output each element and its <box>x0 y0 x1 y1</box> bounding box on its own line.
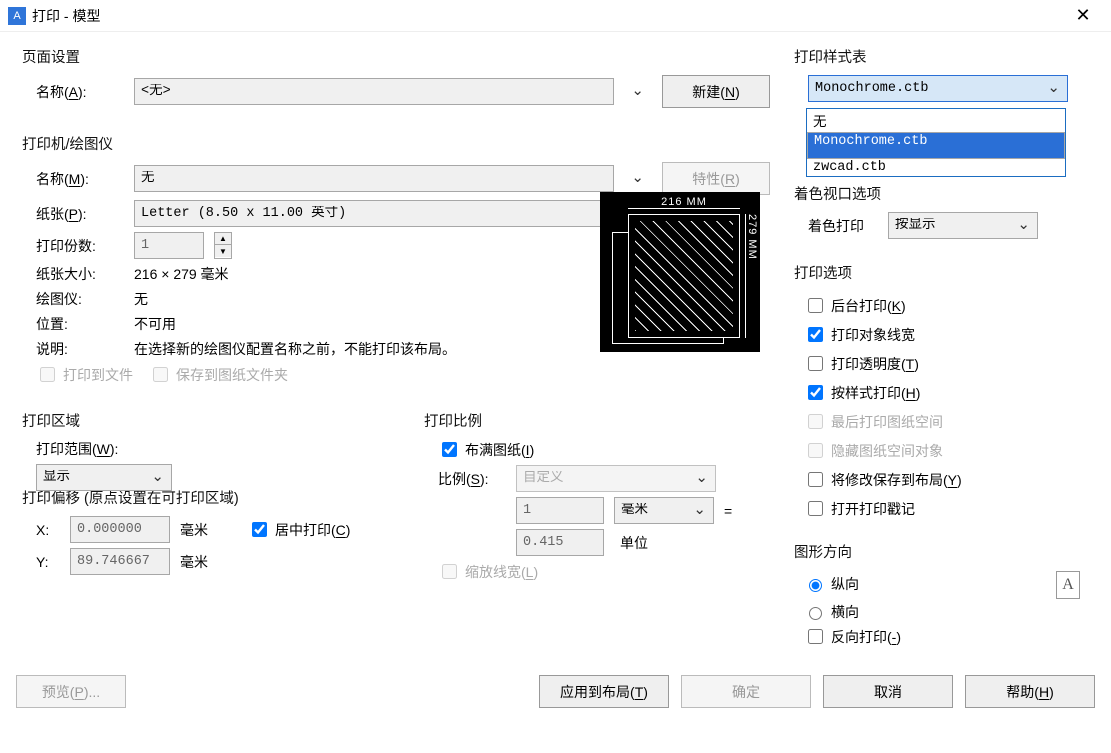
check-save-to-folder: 保存到图纸文件夹 <box>149 364 288 385</box>
label-shade: 着色打印 <box>808 216 878 236</box>
select-paper[interactable]: Letter (8.50 x 11.00 英寸) <box>134 200 614 227</box>
label-scale: 比例(S): <box>438 469 506 489</box>
value-plotter: 无 <box>134 289 148 309</box>
label-desc: 说明: <box>36 339 124 359</box>
preview-dim-height: 279 MM <box>746 214 758 332</box>
label-pageset-name: 名称(A): <box>36 82 124 102</box>
check-background[interactable]: 后台打印(K) <box>804 295 906 316</box>
radio-portrait[interactable]: 纵向 <box>804 574 859 594</box>
input-scale-num <box>516 497 604 524</box>
check-lineweights[interactable]: 打印对象线宽 <box>804 324 915 345</box>
ok-button: 确定 <box>681 675 811 708</box>
dropdown-item-none[interactable]: 无 <box>807 109 1065 132</box>
group-orientation: 图形方向 纵向 横向 反向打印(-) A <box>788 535 1090 657</box>
check-fit-to-paper[interactable]: 布满图纸(I) <box>438 439 534 460</box>
input-offset-x <box>70 516 170 543</box>
dropdown-item-zwcad[interactable]: zwcad.ctb <box>807 159 1065 176</box>
label-y: Y: <box>36 554 60 570</box>
group-title-page-setup: 页面设置 <box>22 44 770 69</box>
orientation-icon: A <box>1056 571 1080 599</box>
new-button[interactable]: 新建(N) <box>662 75 770 108</box>
label-plotter: 绘图仪: <box>36 289 124 309</box>
cancel-button[interactable]: 取消 <box>823 675 953 708</box>
group-title-shade: 着色视口选项 <box>794 181 1084 206</box>
input-copies <box>134 232 204 259</box>
check-hide-paperspace: 隐藏图纸空间对象 <box>804 440 943 461</box>
input-scale-den <box>516 529 604 556</box>
select-plot-area[interactable]: 显示 <box>36 464 172 491</box>
select-printer-name[interactable]: 无 <box>134 165 614 192</box>
group-shade: 着色视口选项 着色打印 按显示 <box>788 177 1090 254</box>
dropdown-item-monochrome[interactable]: Monochrome.ctb <box>807 132 1065 159</box>
check-transparency[interactable]: 打印透明度(T) <box>804 353 919 374</box>
group-title-options: 打印选项 <box>794 260 1084 285</box>
label-x-unit: 毫米 <box>180 520 208 540</box>
value-where: 不可用 <box>134 314 176 334</box>
label-scale-den-unit: 单位 <box>614 533 714 553</box>
group-page-setup: 页面设置 名称(A): <无> 新建(N) <box>16 40 776 123</box>
group-title-scale: 打印比例 <box>424 408 770 433</box>
select-pageset-name[interactable]: <无> <box>134 78 614 105</box>
select-plot-style[interactable]: Monochrome.ctb <box>808 75 1068 102</box>
label-what-to-plot: 打印范围(W): <box>36 439 118 459</box>
group-style: 打印样式表 Monochrome.ctb 无 Monochrome.ctb zw… <box>788 40 1090 117</box>
paper-preview: 216 MM 279 MM <box>600 192 760 352</box>
window-title: 打印 - 模型 <box>32 6 1063 26</box>
label-paper-size: 纸张大小: <box>36 264 124 284</box>
label-copies: 打印份数: <box>36 236 124 256</box>
radio-landscape[interactable]: 横向 <box>804 602 859 622</box>
group-title-orientation: 图形方向 <box>794 539 1084 564</box>
check-upside-down[interactable]: 反向打印(-) <box>804 626 901 647</box>
check-save-changes[interactable]: 将修改保存到布局(Y) <box>804 469 962 490</box>
label-printer-name: 名称(M): <box>36 169 124 189</box>
group-title-printer: 打印机/绘图仪 <box>22 131 770 156</box>
group-options: 打印选项 后台打印(K) 打印对象线宽 打印透明度(T) 按样式打印(H) 最后… <box>788 256 1090 533</box>
label-x: X: <box>36 522 60 538</box>
value-paper-size: 216 × 279 毫米 <box>134 264 229 284</box>
properties-button: 特性(R) <box>662 162 770 195</box>
check-plot-stamp[interactable]: 打开打印戳记 <box>804 498 915 519</box>
group-scale: 打印比例 布满图纸(I) 比例(S): 自定义 毫米 = <box>418 404 776 597</box>
label-where: 位置: <box>36 314 124 334</box>
group-printer: 打印机/绘图仪 名称(M): 无 特性(R) 纸张(P): Letter (8.… <box>16 127 776 400</box>
apply-to-layout-button[interactable]: 应用到布局(T) <box>539 675 669 708</box>
app-icon: A <box>8 7 26 25</box>
preview-button: 预览(P)... <box>16 675 126 708</box>
check-print-to-file: 打印到文件 <box>36 364 133 385</box>
label-y-unit: 毫米 <box>180 552 208 572</box>
copies-spinner[interactable]: ▲▼ <box>214 232 232 259</box>
label-paper: 纸张(P): <box>36 204 124 224</box>
check-plot-by-style[interactable]: 按样式打印(H) <box>804 382 920 403</box>
input-offset-y <box>70 548 170 575</box>
value-desc: 在选择新的绘图仪配置名称之前，不能打印该布局。 <box>134 339 456 359</box>
help-button[interactable]: 帮助(H) <box>965 675 1095 708</box>
group-offset: 打印偏移 (原点设置在可打印区域) X: 毫米 居中打印(C) Y: 毫米 <box>16 481 406 590</box>
group-title-area: 打印区域 <box>22 408 400 433</box>
close-icon[interactable]: ✕ <box>1063 0 1103 32</box>
dropdown-plot-style-list[interactable]: 无 Monochrome.ctb zwcad.ctb <box>806 108 1066 177</box>
check-center-plot[interactable]: 居中打印(C) <box>248 519 350 540</box>
group-title-style: 打印样式表 <box>794 44 1084 69</box>
preview-dim-width: 216 MM <box>628 196 740 208</box>
check-paperspace-last: 最后打印图纸空间 <box>804 411 943 432</box>
select-scale: 自定义 <box>516 465 716 492</box>
check-scale-lineweight: 缩放线宽(L) <box>438 561 538 582</box>
select-shade-plot[interactable]: 按显示 <box>888 212 1038 239</box>
select-scale-unit[interactable]: 毫米 <box>614 497 714 524</box>
label-eq: = <box>724 503 732 519</box>
